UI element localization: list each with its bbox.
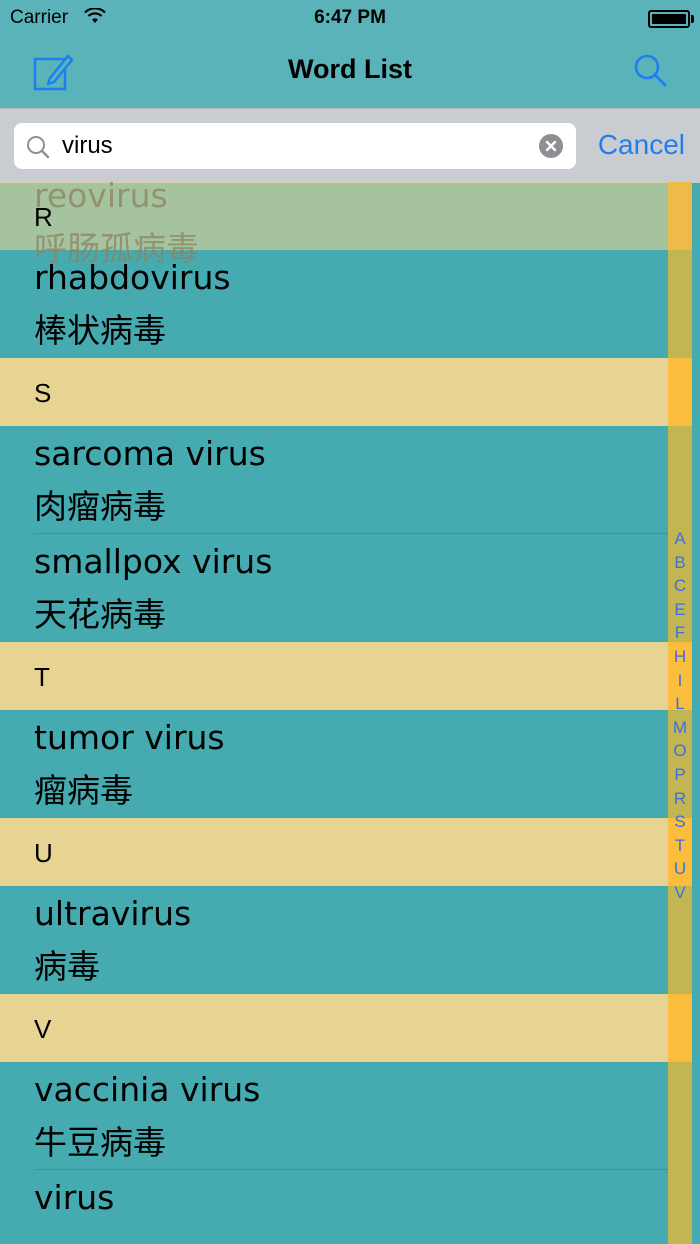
translation-text: 瘤病毒 <box>34 771 133 810</box>
index-letter[interactable]: S <box>674 810 685 834</box>
magnifier-icon <box>26 135 50 163</box>
word-text: vaccinia virus <box>34 1070 261 1109</box>
battery-icon <box>648 10 694 28</box>
list-item[interactable]: tumor virus 瘤病毒 <box>0 710 668 818</box>
list-item[interactable]: vaccinia virus 牛豆病毒 <box>0 1062 668 1170</box>
index-letter[interactable]: O <box>673 739 686 763</box>
index-letter[interactable]: U <box>674 857 686 881</box>
list-item[interactable]: virus <box>0 1170 668 1244</box>
status-time: 6:47 PM <box>314 7 386 28</box>
translation-text: 肉瘤病毒 <box>34 487 166 526</box>
word-text: rhabdovirus <box>34 258 231 297</box>
index-letter[interactable]: P <box>674 763 685 787</box>
word-text: smallpox virus <box>34 542 273 581</box>
page-title: Word List <box>288 54 412 84</box>
search-input[interactable]: virus <box>14 123 576 169</box>
translation-text: 牛豆病毒 <box>34 1123 166 1162</box>
status-bar: Carrier 6:47 PM <box>0 0 700 36</box>
section-header: T <box>0 642 668 710</box>
index-letter[interactable]: E <box>674 598 685 622</box>
word-text: tumor virus <box>34 718 225 757</box>
list-item[interactable]: rhabdovirus 棒状病毒 <box>0 250 668 358</box>
word-text: ultravirus <box>34 894 192 933</box>
index-letter[interactable]: V <box>674 881 685 905</box>
section-letter: U <box>34 838 53 868</box>
index-letter[interactable]: H <box>674 645 686 669</box>
index-letter[interactable]: A <box>674 527 685 551</box>
section-letter: V <box>34 1014 52 1044</box>
section-header: U <box>0 818 668 886</box>
index-letter[interactable]: L <box>675 692 684 716</box>
search-query: virus <box>62 132 113 159</box>
section-letter: T <box>34 662 50 692</box>
list-item[interactable]: sarcoma virus 肉瘤病毒 <box>0 426 668 534</box>
word-text: virus <box>34 1178 115 1217</box>
translation-text: 病毒 <box>34 947 100 986</box>
word-list: Rrhabdovirus 棒状病毒 Ssarcoma virus 肉瘤病毒 smallp… <box>0 182 668 1244</box>
list-item[interactable]: ultravirus 病毒 <box>0 886 668 994</box>
cancel-button[interactable]: Cancel <box>598 129 685 161</box>
section-index[interactable]: ABCEFHILMOPRSTUV <box>668 527 692 905</box>
translation-text: 天花病毒 <box>34 595 166 634</box>
index-letter[interactable]: T <box>675 834 685 858</box>
section-header: R <box>0 182 668 250</box>
section-letter: R <box>34 202 53 232</box>
index-letter[interactable]: I <box>678 669 683 693</box>
clear-icon[interactable] <box>539 134 563 158</box>
section-letter: S <box>34 378 52 408</box>
word-text: sarcoma virus <box>34 434 266 473</box>
index-letter[interactable]: M <box>673 716 687 740</box>
search-bar: virus Cancel <box>0 108 700 183</box>
search-icon[interactable] <box>632 52 670 90</box>
navigation-bar: Word List <box>0 36 700 108</box>
section-header: V <box>0 994 668 1062</box>
index-letter[interactable]: F <box>675 621 685 645</box>
index-letter[interactable]: C <box>674 574 686 598</box>
index-letter[interactable]: R <box>674 787 686 811</box>
list-item[interactable]: smallpox virus 天花病毒 <box>0 534 668 642</box>
index-letter[interactable]: B <box>674 551 685 575</box>
section-header: S <box>0 358 668 426</box>
translation-text: 棒状病毒 <box>34 311 166 350</box>
